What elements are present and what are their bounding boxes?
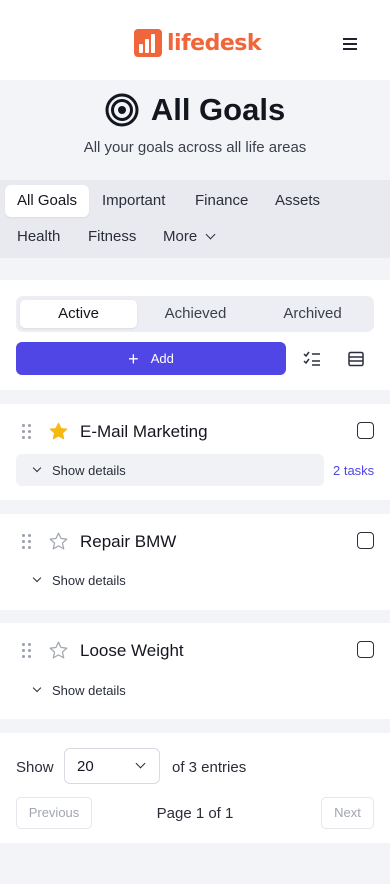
segment-active[interactable]: Active	[20, 300, 137, 328]
top-bar: lifedesk	[0, 0, 390, 80]
tab-all-goals[interactable]: All Goals	[5, 185, 90, 217]
show-details-toggle[interactable]: Show details	[16, 454, 324, 486]
goal-title[interactable]: Loose Weight	[80, 641, 184, 661]
target-icon	[105, 93, 139, 127]
show-label: Show	[16, 759, 54, 776]
chevron-down-icon	[32, 683, 42, 693]
category-tabs: All Goals Important Finance Assets Healt…	[0, 180, 390, 258]
segment-archived[interactable]: Archived	[254, 300, 371, 328]
tab-fitness[interactable]: Fitness	[76, 221, 148, 253]
chevron-down-icon	[205, 229, 216, 240]
star-filled-icon[interactable]	[48, 421, 69, 442]
tab-more[interactable]: More	[151, 221, 226, 253]
goals-toolbar-card: Active Achieved Archived + Add	[0, 280, 390, 390]
goal-complete-checkbox[interactable]	[357, 641, 374, 658]
star-outline-icon[interactable]	[48, 640, 69, 661]
pagination-card: Show 20 of 3 entries Previous Page 1 of …	[0, 733, 390, 843]
goal-card: Loose Weight Show details	[0, 623, 390, 719]
show-details-toggle[interactable]: Show details	[16, 674, 324, 706]
lifedesk-logo[interactable]: lifedesk	[134, 28, 261, 58]
entries-count: of 3 entries	[172, 759, 247, 776]
add-goal-label: Add	[150, 351, 174, 366]
goal-complete-checkbox[interactable]	[357, 532, 374, 549]
goal-title[interactable]: Repair BMW	[80, 532, 176, 552]
show-details-label: Show details	[52, 683, 126, 698]
show-details-toggle[interactable]: Show details	[16, 564, 324, 596]
tab-finance[interactable]: Finance	[183, 185, 260, 217]
page-size-value: 20	[77, 758, 94, 775]
page-header: All Goals	[0, 92, 390, 128]
goal-title[interactable]: E-Mail Marketing	[80, 422, 208, 442]
drag-handle-icon[interactable]	[22, 534, 32, 550]
brand-name: lifedesk	[167, 30, 261, 56]
goal-card: E-Mail Marketing Show details 2 tasks	[0, 404, 390, 500]
plus-icon: +	[128, 348, 139, 369]
hamburger-icon[interactable]	[341, 36, 359, 52]
tab-important[interactable]: Important	[90, 185, 177, 217]
chevron-down-icon	[32, 573, 42, 583]
page-subtitle: All your goals across all life areas	[83, 139, 307, 156]
drag-handle-icon[interactable]	[22, 643, 32, 659]
tab-assets[interactable]: Assets	[263, 185, 332, 217]
chevron-down-icon	[32, 463, 42, 473]
goal-complete-checkbox[interactable]	[357, 422, 374, 439]
show-details-label: Show details	[52, 573, 126, 588]
add-goal-button[interactable]: + Add	[16, 342, 286, 375]
tasks-count-link[interactable]: 2 tasks	[333, 463, 374, 478]
checklist-icon[interactable]	[303, 350, 321, 368]
status-segmented-control: Active Achieved Archived	[16, 296, 374, 332]
tab-health[interactable]: Health	[5, 221, 72, 253]
segment-achieved[interactable]: Achieved	[137, 300, 254, 328]
logo-bars-icon	[134, 29, 162, 57]
table-view-icon[interactable]	[347, 350, 365, 368]
show-details-label: Show details	[52, 463, 126, 478]
tab-more-label: More	[163, 228, 198, 245]
goal-card: Repair BMW Show details	[0, 514, 390, 610]
drag-handle-icon[interactable]	[22, 424, 32, 440]
star-outline-icon[interactable]	[48, 531, 69, 552]
next-page-button[interactable]: Next	[321, 797, 374, 829]
page-size-select[interactable]: 20	[64, 748, 160, 784]
page-title: All Goals	[150, 92, 286, 127]
chevron-down-icon	[135, 758, 146, 769]
